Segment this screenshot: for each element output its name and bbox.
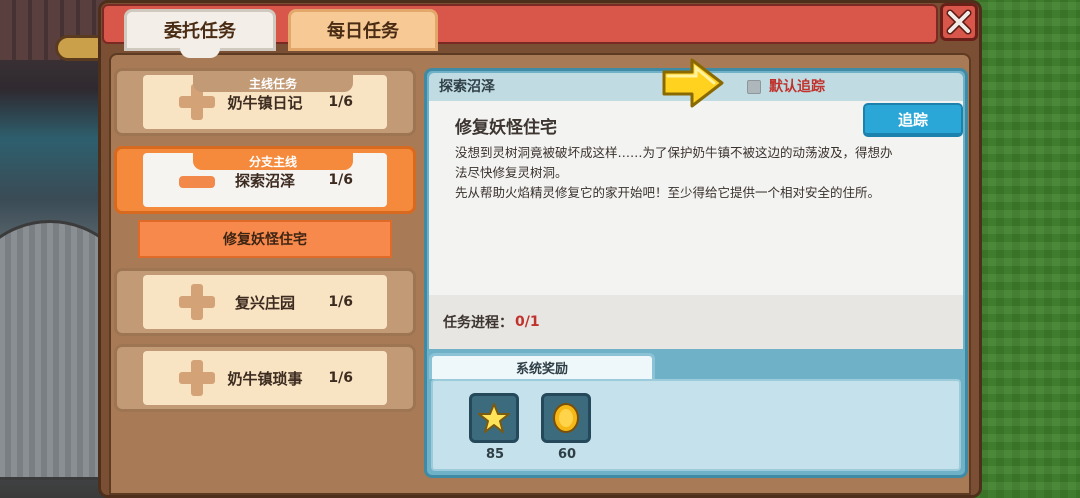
quest-tag: 主线任务 <box>193 74 353 92</box>
task-progress: 任务进程： 0/1 <box>429 295 963 349</box>
detail-body: 修复妖怪住宅 追踪 没想到灵树洞竟被破坏成这样……为了保护奶牛镇不被这边的动荡波… <box>429 101 963 295</box>
subquest-item[interactable]: 修复妖怪住宅 <box>138 220 392 258</box>
quest-count: 1/6 <box>328 370 353 386</box>
tab-commission-quests[interactable]: 委托任务 <box>124 9 276 51</box>
description-line: 没想到灵树洞竟被破坏成这样……为了保护奶牛镇不被这边的动荡波及，得想办 <box>455 145 893 160</box>
quest-card-main[interactable]: 奶牛镇日记 1/6 主线任务 <box>114 68 416 136</box>
pointer-arrow-icon <box>662 58 724 108</box>
detail-header-title: 探索沼泽 <box>439 79 495 95</box>
quest-tag: 分支主线 <box>193 152 353 170</box>
star-icon <box>478 403 510 433</box>
reward-area: 85 60 <box>431 379 961 471</box>
reward-item-coin[interactable]: 60 <box>541 393 593 462</box>
quest-card-inner: 复兴庄园 1/6 <box>143 275 387 329</box>
default-track-checkbox[interactable] <box>747 80 761 94</box>
quest-card-revive-farm[interactable]: 复兴庄园 1/6 <box>114 268 416 336</box>
reward-slot <box>469 393 519 443</box>
description-line: 先从帮助火焰精灵修复它的家开始吧！至少得给它提供一个相对安全的住所。 <box>455 185 881 200</box>
task-description: 没想到灵树洞竟被破坏成这样……为了保护奶牛镇不被这边的动荡波及，得想办 法尽快修… <box>455 143 955 203</box>
tab-daily-quests[interactable]: 每日任务 <box>288 9 438 51</box>
reward-amount: 60 <box>557 447 577 462</box>
gold-coin-icon <box>553 403 579 433</box>
reward-tab[interactable]: 系统奖励 <box>429 353 655 379</box>
reward-amount: 85 <box>485 447 505 462</box>
quest-detail-panel: 探索沼泽 默认追踪 修复妖怪住宅 追踪 没想到灵树洞竟被破坏成这样……为了保护奶… <box>424 68 968 478</box>
progress-value: 0/1 <box>515 314 540 330</box>
quest-card-inner: 奶牛镇琐事 1/6 <box>143 351 387 405</box>
close-icon <box>946 9 972 35</box>
reward-item-star[interactable]: 85 <box>469 393 521 462</box>
track-button[interactable]: 追踪 <box>863 103 963 137</box>
background-grass <box>980 0 1080 498</box>
progress-label: 任务进程： <box>443 315 513 331</box>
reward-slot <box>541 393 591 443</box>
quest-card-town-chores[interactable]: 奶牛镇琐事 1/6 <box>114 344 416 412</box>
tab-active-indicator <box>180 48 220 58</box>
quest-count: 1/6 <box>328 294 353 310</box>
description-line: 法尽快修复灵树洞。 <box>455 165 568 180</box>
quest-card-branch[interactable]: 探索沼泽 1/6 分支主线 <box>114 146 416 214</box>
close-button[interactable] <box>940 3 978 41</box>
default-track-label[interactable]: 默认追踪 <box>769 73 825 101</box>
task-title: 修复妖怪住宅 <box>455 118 557 138</box>
